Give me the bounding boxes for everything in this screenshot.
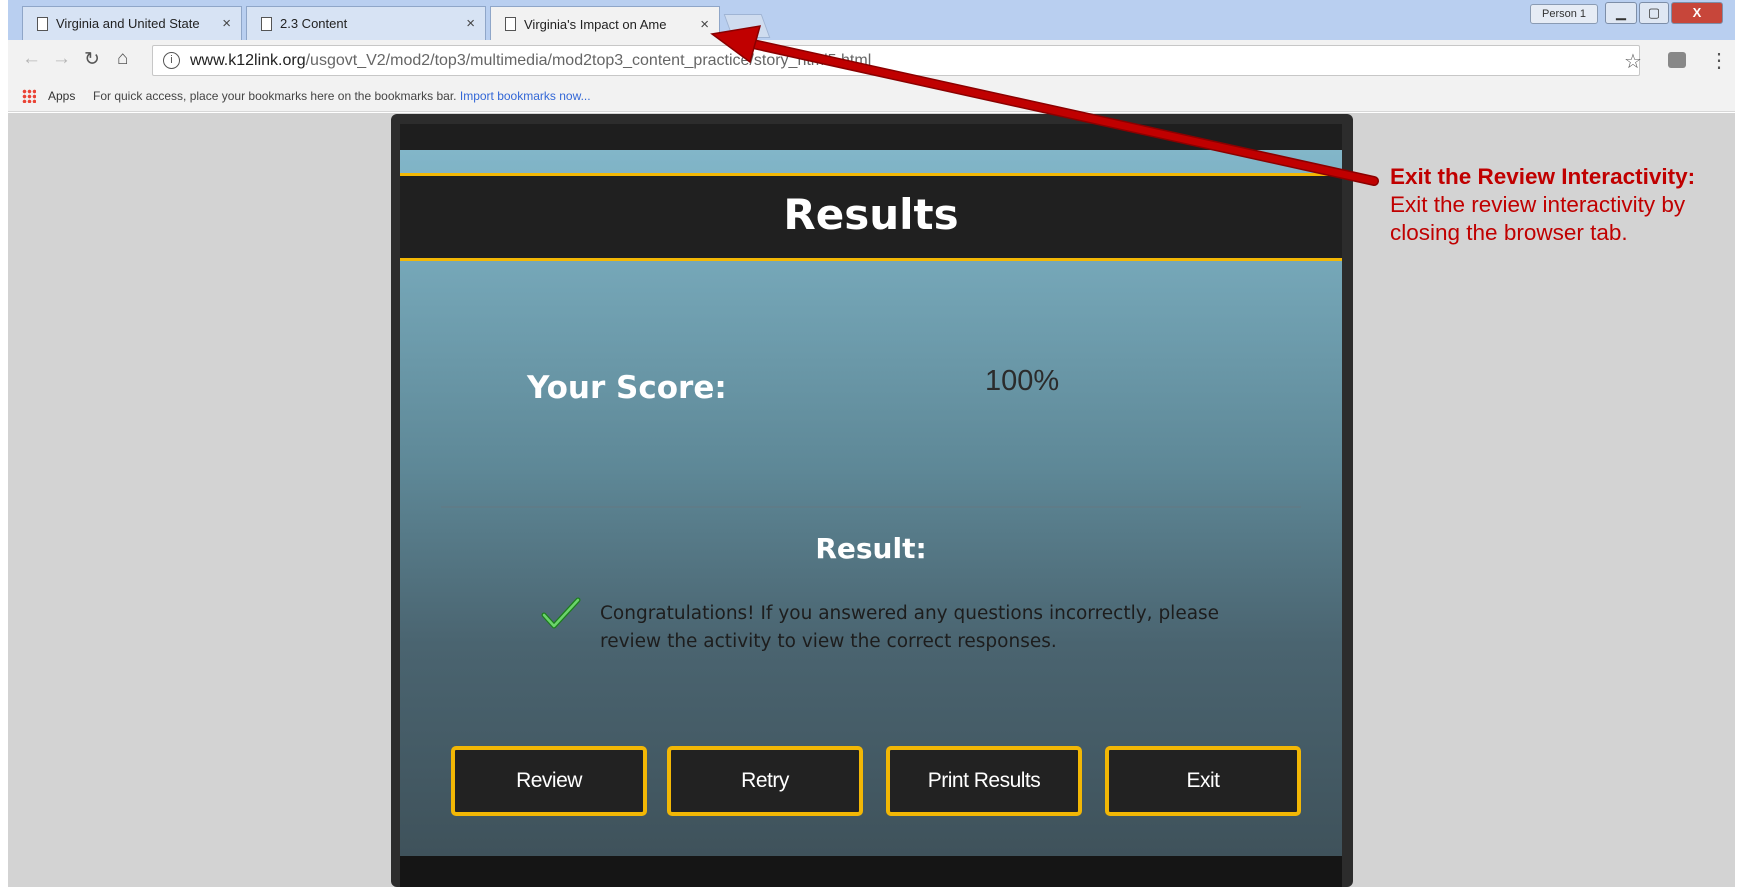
tab-content[interactable]: 2.3 Content × — [246, 6, 486, 40]
score-label: Your Score: — [527, 370, 727, 406]
result-label: Result: — [815, 532, 927, 565]
divider — [441, 506, 1301, 508]
minimize-button[interactable]: ▁ — [1605, 2, 1637, 24]
tab-close-icon[interactable]: × — [700, 16, 709, 33]
bookmarks-hint-text: For quick access, place your bookmarks h… — [93, 89, 457, 103]
checkmark-icon — [541, 597, 581, 629]
review-button[interactable]: Review — [451, 746, 647, 816]
forward-icon[interactable]: → — [52, 48, 71, 70]
profile-button[interactable]: Person 1 — [1530, 4, 1598, 24]
back-icon[interactable]: ← — [22, 48, 41, 70]
bookmarks-hint: For quick access, place your bookmarks h… — [93, 80, 591, 112]
extension-icon[interactable] — [1668, 52, 1686, 68]
tab-close-icon[interactable]: × — [222, 15, 231, 32]
tab-title: Virginia's Impact on Ame — [524, 16, 667, 32]
menu-icon[interactable]: ⋮ — [1709, 48, 1729, 73]
tab-virginias-impact[interactable]: Virginia's Impact on Ame × — [490, 6, 720, 41]
address-bar[interactable]: i www.k12link.org/usgovt_V2/mod2/top3/mul… — [152, 45, 1640, 76]
url-host: www.k12link.org — [190, 52, 306, 69]
page-icon — [261, 16, 272, 31]
bookmarks-bar: Apps For quick access, place your bookma… — [8, 80, 1735, 112]
tab-virginia-and-united-states[interactable]: Virginia and United State × — [22, 6, 242, 40]
retry-button[interactable]: Retry — [667, 746, 863, 816]
page-title: Results — [783, 190, 959, 239]
annotation-callout: Exit the Review Interactivity: Exit the … — [1390, 163, 1756, 247]
url-path: /usgovt_V2/mod2/top3/multimedia/mod2top3… — [305, 52, 872, 69]
annotation-body: Exit the review interactivity by closing… — [1390, 192, 1686, 245]
tab-title: 2.3 Content — [280, 16, 348, 31]
info-icon[interactable]: i — [163, 52, 180, 70]
apps-link[interactable]: Apps — [48, 80, 75, 112]
score-value: 100% — [985, 365, 1060, 397]
result-message: Congratulations! If you answered any que… — [600, 603, 1220, 652]
reload-icon[interactable]: ↻ — [84, 48, 100, 71]
apps-grid-icon[interactable] — [22, 89, 36, 103]
tab-close-icon[interactable]: × — [466, 15, 475, 32]
close-window-button[interactable]: X — [1671, 2, 1723, 24]
tab-title: Virginia and United State — [56, 16, 200, 31]
import-bookmarks-link[interactable]: Import bookmarks now... — [460, 89, 591, 103]
bookmark-star-icon[interactable]: ☆ — [1624, 49, 1642, 74]
print-results-button[interactable]: Print Results — [886, 746, 1082, 816]
player-bottom-bar — [400, 856, 1342, 887]
exit-button[interactable]: Exit — [1105, 746, 1301, 816]
maximize-button[interactable]: ▢ — [1639, 2, 1669, 24]
home-icon[interactable]: ⌂ — [117, 48, 128, 70]
player-top-bar — [400, 124, 1342, 150]
page-icon — [505, 17, 516, 31]
annotation-heading: Exit the Review Interactivity: — [1390, 164, 1696, 189]
page-icon — [37, 16, 48, 31]
